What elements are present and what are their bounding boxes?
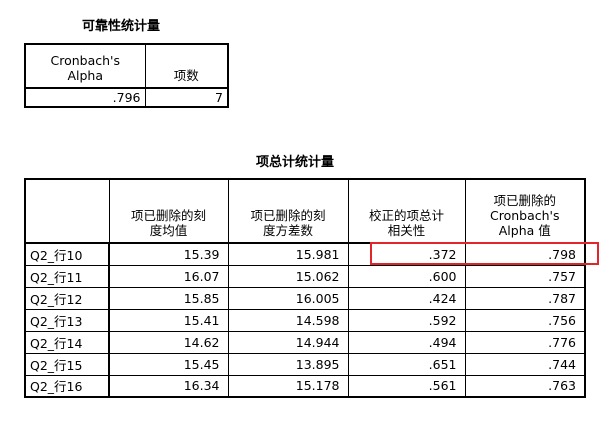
scale-mean-cell: 16.34	[108, 374, 229, 398]
scale-variance-cell: 15.062	[227, 264, 349, 288]
scale-mean-cell: 15.45	[108, 352, 229, 376]
row-label: Q2_行10	[24, 242, 110, 266]
scale-variance-cell: 15.178	[227, 374, 349, 398]
reliability-header-row: Cronbach's Alpha 项数	[24, 43, 229, 89]
alpha-cell: .798	[464, 242, 586, 266]
row-label: Q2_行16	[24, 374, 110, 398]
cronbach-alpha-value: .796	[24, 87, 146, 108]
scale-mean-cell: 15.39	[108, 242, 229, 266]
reliability-title: 可靠性统计量	[82, 19, 161, 34]
row-label: Q2_行15	[24, 352, 110, 376]
alpha-cell: .776	[464, 330, 586, 354]
row-label: Q2_行13	[24, 308, 110, 332]
reliability-statistics-table: Cronbach's Alpha 项数 .796 7	[24, 43, 229, 108]
table-row: Q2_行16 16.34 15.178 .561 .763	[24, 374, 586, 398]
item-count-value: 7	[144, 87, 229, 108]
scale-mean-cell: 15.85	[108, 286, 229, 310]
row-label: Q2_行12	[24, 286, 110, 310]
alpha-cell: .763	[464, 374, 586, 398]
table-row: Q2_行10 15.39 15.981 .372 .798	[24, 242, 586, 266]
scale-variance-cell: 15.981	[227, 242, 349, 266]
corner-header	[24, 178, 110, 244]
table-row: Q2_行14 14.62 14.944 .494 .776	[24, 330, 586, 354]
correlation-cell: .600	[347, 264, 466, 288]
item-count-header: 项数	[144, 43, 229, 89]
alpha-cell: .757	[464, 264, 586, 288]
scale-mean-cell: 15.41	[108, 308, 229, 332]
alpha-cell: .756	[464, 308, 586, 332]
reliability-data-row: .796 7	[24, 87, 229, 108]
correlation-cell: .651	[347, 352, 466, 376]
scale-variance-cell: 16.005	[227, 286, 349, 310]
correlation-cell: .592	[347, 308, 466, 332]
scale-mean-cell: 16.07	[108, 264, 229, 288]
table-row: Q2_行11 16.07 15.062 .600 .757	[24, 264, 586, 288]
scale-variance-cell: 13.895	[227, 352, 349, 376]
table-row: Q2_行13 15.41 14.598 .592 .756	[24, 308, 586, 332]
table-row: Q2_行15 15.45 13.895 .651 .744	[24, 352, 586, 376]
scale-mean-cell: 14.62	[108, 330, 229, 354]
correlation-cell: .372	[347, 242, 466, 266]
correlation-cell: .494	[347, 330, 466, 354]
row-label: Q2_行14	[24, 330, 110, 354]
correlation-cell: .424	[347, 286, 466, 310]
alpha-if-deleted-header: 项已删除的 Cronbach's Alpha 值	[464, 178, 586, 244]
corrected-item-total-correlation-header: 校正的项总计 相关性	[347, 178, 466, 244]
alpha-cell: .787	[464, 286, 586, 310]
scale-mean-if-deleted-header: 项已删除的刻 度均值	[108, 178, 229, 244]
item-total-title: 项总计统计量	[256, 155, 335, 170]
item-total-header-row: 项已删除的刻 度均值 项已删除的刻 度方差数 校正的项总计 相关性 项已删除的 …	[24, 178, 586, 244]
table-row: Q2_行12 15.85 16.005 .424 .787	[24, 286, 586, 310]
correlation-cell: .561	[347, 374, 466, 398]
scale-variance-cell: 14.944	[227, 330, 349, 354]
alpha-cell: .744	[464, 352, 586, 376]
item-total-statistics-table: 项已删除的刻 度均值 项已删除的刻 度方差数 校正的项总计 相关性 项已删除的 …	[24, 178, 586, 398]
row-label: Q2_行11	[24, 264, 110, 288]
scale-variance-if-deleted-header: 项已删除的刻 度方差数	[227, 178, 349, 244]
cronbach-alpha-header: Cronbach's Alpha	[24, 43, 146, 89]
scale-variance-cell: 14.598	[227, 308, 349, 332]
